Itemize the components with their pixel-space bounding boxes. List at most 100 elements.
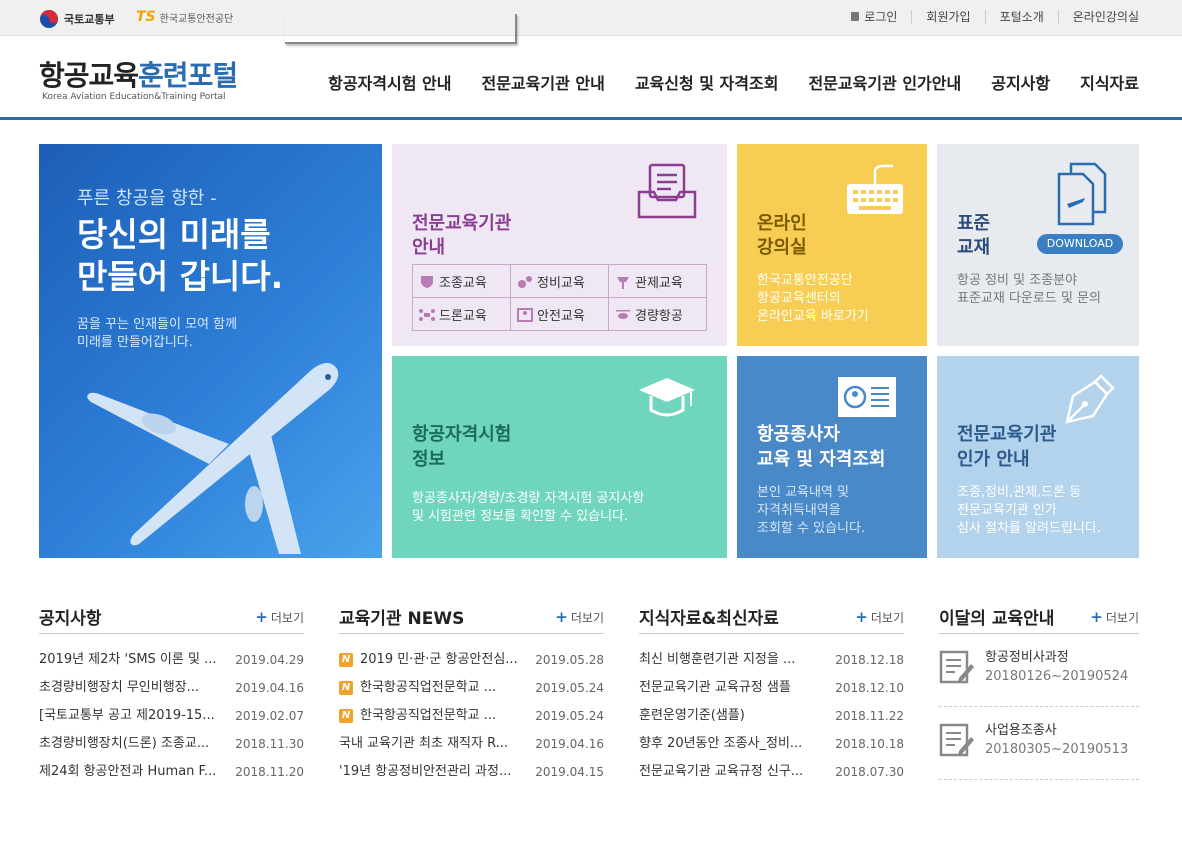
notice-more-link[interactable]: + 더보기 [255,608,304,626]
plus-icon: + [255,608,268,626]
knowledge-more-link[interactable]: + 더보기 [855,608,904,626]
monthly-more-link[interactable]: + 더보기 [1090,608,1139,626]
monthly-education-board: 이달의 교육안내 + 더보기 항공정비사과정 20180126~20190524 … [939,604,1139,780]
list-item-title: 초경량비행장치(드론) 조종교... [39,736,210,751]
list-item-date: 2018.12.10 [835,681,904,695]
list-item[interactable]: '19년 항공정비안전관리 과정... 2019.04.15 [339,758,604,786]
list-item-title: 초경량비행장치 무인비행장... [39,680,200,695]
education-name: 사업용조종사 [985,723,1057,738]
list-item-date: 2019.04.15 [535,765,604,779]
category-drone[interactable]: 드론교육 [412,297,511,331]
list-item[interactable]: 향후 20년동안 조종사_정비... 2018.10.18 [639,730,904,758]
category-atc[interactable]: 관제교육 [608,264,707,298]
drone-icon [419,308,435,321]
tile-online-classroom[interactable]: 온라인 강의실 한국교통안전공단 항공교육센터의 온라인교육 바로가기 [737,144,927,346]
portal-intro-link[interactable]: 포털소개 [984,10,1058,24]
tile-online-text: 한국교통안전공단 항공교육센터의 온라인교육 바로가기 [757,273,869,324]
documents-plane-icon [1057,162,1107,226]
tile-institutions[interactable]: 전문교육기관 안내 조종교육 정비교육 관제교육 드론교육 안전교육 경량항공 [392,144,727,346]
category-label: 조종교육 [439,275,487,291]
category-maintenance[interactable]: 정비교육 [510,264,609,298]
ts-label: 한국교통안전공단 [159,13,234,25]
list-item-date: 2018.11.20 [235,765,304,779]
list-item-title: 훈련운영기준(샘플) [639,708,745,723]
education-item[interactable]: 항공정비사과정 20180126~20190524 [939,634,1139,707]
list-item-title: 향후 20년동안 조종사_정비... [639,736,803,751]
list-item[interactable]: 제24회 항공안전과 Human F... 2018.11.20 [39,758,304,786]
hero-banner: 푸른 창공을 향한 - 당신의 미래를 만들어 갑니다. 꿈을 꾸는 인재들이 … [39,144,382,558]
education-category-grid: 조종교육 정비교육 관제교육 드론교육 안전교육 경량항공 [412,264,707,331]
nav-accreditation[interactable]: 전문교육기관 인가안내 [808,70,961,94]
nav-notice[interactable]: 공지사항 [991,70,1050,94]
plus-icon: + [1090,608,1103,626]
list-item[interactable]: [국토교통부 공고 제2019-15... 2019.02.07 [39,702,304,730]
lock-icon [851,12,860,21]
list-item[interactable]: 훈련운영기준(샘플) 2018.11.22 [639,702,904,730]
education-item[interactable]: 사업용조종사 20180305~20190513 [939,707,1139,780]
list-item[interactable]: 2019년 제2차 'SMS 이론 및 ... 2019.04.29 [39,646,304,674]
helicopter-icon [616,309,630,319]
login-link[interactable]: 로그인 [837,10,911,24]
education-name: 항공정비사과정 [985,650,1069,665]
category-flight[interactable]: 조종교육 [412,264,511,298]
list-item[interactable]: 전문교육기관 교육규정 샘플 2018.12.10 [639,674,904,702]
signup-link[interactable]: 회원가입 [911,10,984,24]
category-light-aircraft[interactable]: 경량항공 [608,297,707,331]
category-safety[interactable]: 안전교육 [510,297,609,331]
memo-pencil-icon [939,650,974,684]
more-label: 더보기 [870,611,904,625]
list-item-title: 한국항공직업전문학교 ... [360,708,497,723]
new-badge: N [339,709,353,723]
tile-institutions-title: 전문교육기관 안내 [412,213,512,258]
site-logo[interactable]: 항공교육훈련포털 [39,54,238,94]
top-utility-bar: 국토교통부 TS 한국교통안전공단 로그인 회원가입 포털소개 온라인강의실 [0,0,1182,44]
list-item-date: 2019.04.16 [235,681,304,695]
nav-knowledge[interactable]: 지식자료 [1080,70,1139,94]
news-more-link[interactable]: + 더보기 [555,608,604,626]
plus-icon: + [855,608,868,626]
pen-nib-icon [1065,374,1115,424]
ts-logo[interactable]: TS 한국교통안전공단 [136,9,233,25]
list-item[interactable]: N 2019 민·관·군 항공안전심... 2019.05.28 [339,646,604,674]
list-item-title: '19년 항공정비안전관리 과정... [339,764,512,779]
login-label: 로그인 [864,10,898,24]
utility-links: 로그인 회원가입 포털소개 온라인강의실 [837,10,1139,24]
list-item-date: 2019.04.29 [235,653,304,667]
tile-staff-lookup[interactable]: 항공종사자 교육 및 자격조회 본인 교육내역 및 자격취득내역을 조회할 수 … [737,356,927,558]
inbox-document-icon [637,163,697,219]
list-item[interactable]: 국내 교육기관 최초 재직자 R... 2019.04.16 [339,730,604,758]
nav-exam-info[interactable]: 항공자격시험 안내 [328,70,451,94]
airplane-illustration [87,362,339,554]
nav-institution-info[interactable]: 전문교육기관 안내 [481,70,604,94]
new-badge: N [339,681,353,695]
tile-staff-text: 본인 교육내역 및 자격취득내역을 조회할 수 있습니다. [757,485,866,536]
tile-textbook[interactable]: 표준 교재 DOWNLOAD 항공 정비 및 조종분야 표준교재 다운로드 및 … [937,144,1139,346]
tile-exam-info[interactable]: 항공자격시험 정보 항공종사자/경량/초경량 자격시험 공지사항 및 시험관련 … [392,356,727,558]
category-label: 경량항공 [635,308,683,324]
gears-icon [518,275,532,288]
list-item[interactable]: 초경량비행장치(드론) 조종교... 2018.11.30 [39,730,304,758]
more-label: 더보기 [270,611,304,625]
list-item[interactable]: 초경량비행장치 무인비행장... 2019.04.16 [39,674,304,702]
tile-accreditation[interactable]: 전문교육기관 인가 안내 조종,정비,관제,드론 등 전문교육기관 인가 심사 … [937,356,1139,558]
more-label: 더보기 [570,611,604,625]
nav-apply-lookup[interactable]: 교육신청 및 자격조회 [635,70,779,94]
list-item-date: 2018.07.30 [835,765,904,779]
list-item-text: N 한국항공직업전문학교 ... [339,702,496,730]
shield-wings-icon [421,275,433,288]
online-classroom-link[interactable]: 온라인강의실 [1057,10,1139,24]
download-button[interactable]: DOWNLOAD [1037,234,1123,254]
list-item-date: 2018.11.30 [235,737,304,751]
list-item[interactable]: N 한국항공직업전문학교 ... 2019.05.24 [339,702,604,730]
list-item[interactable]: 전문교육기관 교육규정 신구... 2018.07.30 [639,758,904,786]
board-header: 교육기관 NEWS + 더보기 [339,604,604,634]
list-item-title: 전문교육기관 교육규정 샘플 [639,680,791,695]
list-item-title: 한국항공직업전문학교 ... [360,680,497,695]
molit-logo[interactable]: 국토교통부 [39,9,115,29]
list-item-title: 국내 교육기관 최초 재직자 R... [339,736,509,751]
knowledge-board: 지식자료&최신자료 + 더보기 최신 비행훈련기관 지정을 ... 2018.12.… [639,604,904,786]
list-item[interactable]: N 한국항공직업전문학교 ... 2019.05.24 [339,674,604,702]
ts-mark: TS [136,9,156,25]
tile-exam-title: 항공자격시험 정보 [412,424,512,470]
list-item[interactable]: 최신 비행훈련기관 지정을 ... 2018.12.18 [639,646,904,674]
